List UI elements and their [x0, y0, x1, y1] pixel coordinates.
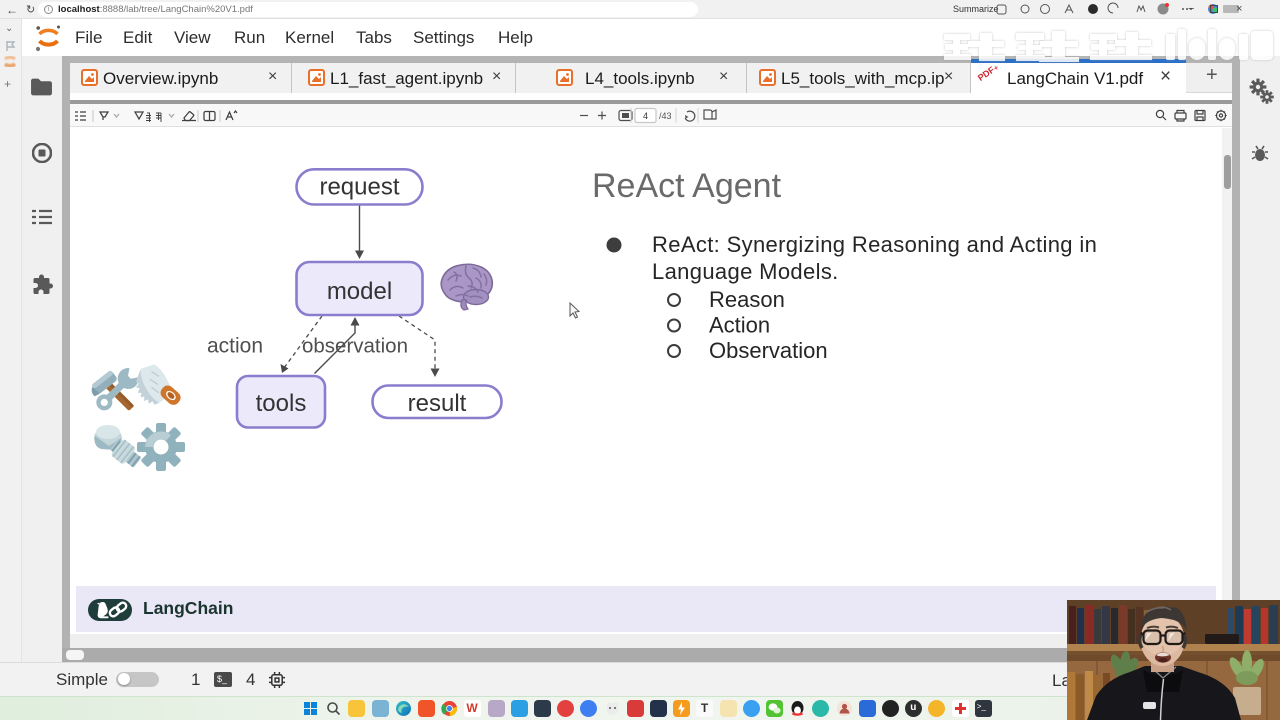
- svg-text:observation: observation: [302, 335, 408, 358]
- svg-text:Observation: Observation: [709, 338, 828, 363]
- svg-text:/43: /43: [659, 111, 672, 121]
- svg-text:action: action: [207, 335, 263, 358]
- svg-text:4: 4: [643, 111, 648, 121]
- svg-text:result: result: [408, 390, 467, 417]
- svg-text:request: request: [319, 174, 399, 201]
- svg-text:Language Models.: Language Models.: [652, 259, 839, 284]
- svg-text:Action: Action: [709, 313, 770, 338]
- svg-text:ReAct: Synergizing Reasoning a: ReAct: Synergizing Reasoning and Acting …: [652, 232, 1097, 257]
- svg-text:ReAct Agent: ReAct Agent: [592, 167, 782, 205]
- svg-text:Reason: Reason: [709, 287, 785, 312]
- svg-text:model: model: [327, 278, 392, 305]
- svg-text:tools: tools: [256, 390, 307, 417]
